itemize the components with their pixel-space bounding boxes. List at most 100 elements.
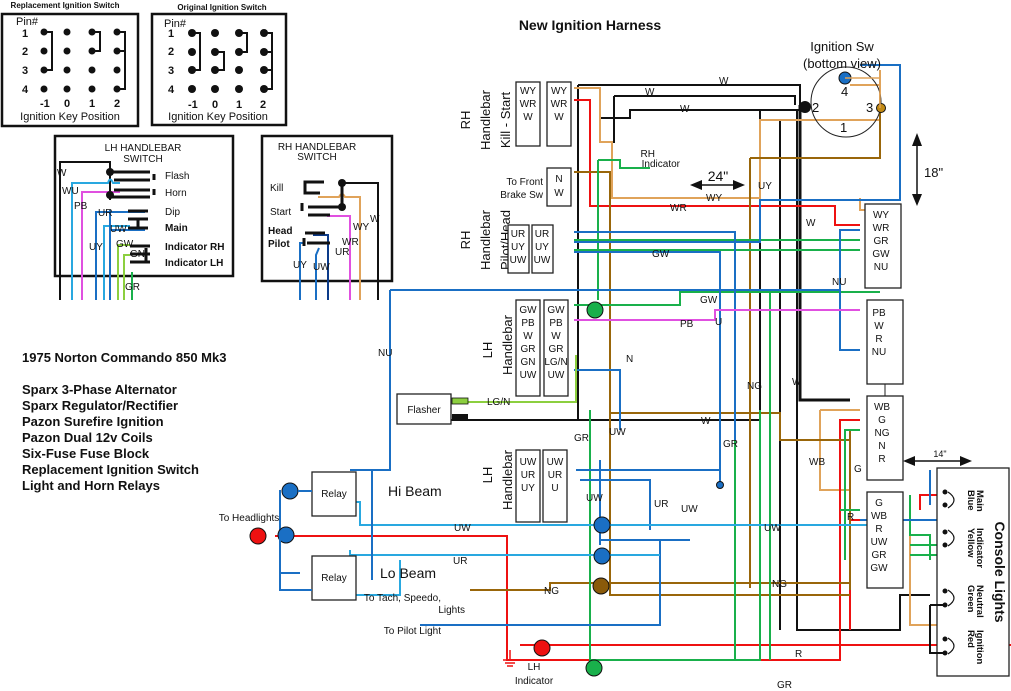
pin-label: R bbox=[875, 524, 882, 535]
spec-item: Light and Horn Relays bbox=[22, 478, 160, 493]
bike-specs: 1975 Norton Commando 850 Mk3 Sparx 3-Pha… bbox=[22, 350, 226, 494]
spec-item: Pazon Dual 12v Coils bbox=[22, 430, 153, 445]
wire-label: UW bbox=[313, 262, 330, 273]
diagram-title: New Ignition Harness bbox=[519, 17, 662, 33]
pin-label: W bbox=[551, 331, 561, 342]
spec-item: Sparx Regulator/Rectifier bbox=[22, 398, 179, 413]
terminal-icon bbox=[249, 527, 267, 545]
specs-title: 1975 Norton Commando 850 Mk3 bbox=[22, 350, 227, 365]
wire-label: UW bbox=[681, 504, 698, 515]
pin-label: GR bbox=[521, 344, 536, 355]
wire-label: NG bbox=[772, 579, 787, 590]
front-brake-label-line2: Brake Sw bbox=[500, 190, 544, 201]
wire-label: G bbox=[854, 464, 862, 475]
switch-function: Pilot bbox=[268, 239, 290, 250]
connector-label: Handlebar bbox=[478, 89, 493, 150]
lh-handlebar-connector-1: LH Handlebar GW PB W GR GN UW GW PB W GR… bbox=[480, 299, 569, 397]
lh-switch-subtitle: SWITCH bbox=[123, 154, 162, 165]
spec-item: Pazon Surefire Ignition bbox=[22, 414, 164, 429]
lamp-color: Yellow bbox=[965, 528, 976, 558]
pin-label: U bbox=[551, 483, 558, 494]
pin-label: W bbox=[523, 112, 533, 123]
to-tach-label-2: Lights bbox=[438, 605, 465, 616]
pin3-terminal bbox=[876, 103, 886, 113]
wire-label: UY bbox=[89, 242, 103, 253]
pin-label: GW bbox=[872, 249, 890, 260]
connector-label: LH bbox=[480, 342, 495, 359]
pin2-terminal bbox=[799, 101, 811, 113]
wire-label: GR bbox=[723, 439, 738, 450]
wire-label: W bbox=[806, 218, 816, 229]
pin-number: 1 bbox=[168, 28, 174, 40]
fuse-connector-c: WB G NG N R bbox=[866, 395, 904, 481]
key-position: 0 bbox=[212, 99, 218, 111]
pin-number: 3 bbox=[22, 65, 28, 77]
pin-label: UW bbox=[520, 457, 537, 468]
wire-label: GR bbox=[574, 433, 589, 444]
connector-label: RH bbox=[458, 111, 473, 130]
wire-label: WR bbox=[342, 237, 359, 248]
replacement-switch-table: Replacement Ignition Switch Pin# 1 2 3 4… bbox=[0, 1, 140, 128]
key-position: 0 bbox=[64, 98, 70, 110]
pin-label: WY bbox=[520, 86, 536, 97]
connector-label: LH bbox=[480, 467, 495, 484]
pin-label: PB bbox=[549, 318, 563, 329]
wire-label: WY bbox=[706, 193, 722, 204]
wire-label: W bbox=[719, 76, 729, 87]
console-lights: Console Lights Main Blue Indicator Yello… bbox=[929, 467, 1010, 677]
wire-label: W bbox=[701, 416, 711, 427]
switch-function: Indicator RH bbox=[165, 242, 224, 253]
pin-label: WR bbox=[873, 223, 890, 234]
pin-label: GN bbox=[521, 357, 536, 368]
wire-label: UW bbox=[454, 523, 471, 534]
dimension-14: 14" bbox=[903, 449, 972, 466]
junction-icon bbox=[716, 481, 724, 489]
wire-label: GR bbox=[777, 680, 792, 691]
rh-indicator-label-2: Indicator bbox=[642, 159, 681, 170]
pin-label: UY bbox=[511, 242, 525, 253]
pin-number: 1 bbox=[840, 120, 847, 135]
switch-function: Indicator LH bbox=[165, 258, 223, 269]
fuse-connector-d: G WB R UW GR GW bbox=[866, 491, 904, 589]
wire-label: UR bbox=[654, 499, 668, 510]
wire-label: WR bbox=[670, 203, 687, 214]
pin-label: W bbox=[554, 188, 564, 199]
pin-label: R bbox=[878, 454, 885, 465]
junction-icon bbox=[593, 547, 611, 565]
pin-label: G bbox=[878, 415, 886, 426]
pin-label: R bbox=[875, 334, 882, 345]
dimension-label: 14" bbox=[933, 449, 946, 459]
pin-label: WY bbox=[551, 86, 567, 97]
pin-label: WR bbox=[551, 99, 568, 110]
lh-indicator-label-2: Indicator bbox=[515, 676, 554, 687]
wire-label: UR bbox=[335, 247, 349, 258]
fuse-connector-a: WY WR GR GW NU bbox=[864, 203, 902, 289]
black-heavy-wire bbox=[798, 105, 850, 402]
wiring-diagram: New Ignition Harness Replacement Ignitio… bbox=[0, 1, 1011, 691]
replacement-switch-title: Replacement Ignition Switch bbox=[11, 1, 120, 10]
pin-label: UW bbox=[534, 255, 551, 266]
spec-item: Six-Fuse Fuse Block bbox=[22, 446, 150, 461]
axis-label: Ignition Key Position bbox=[168, 111, 268, 123]
pin-label: UR bbox=[548, 470, 562, 481]
connector-label: Handlebar bbox=[478, 209, 493, 270]
front-brake-connector: To Front Brake Sw N W bbox=[500, 167, 572, 207]
wire-label: GW bbox=[652, 249, 670, 260]
hi-beam-label: Hi Beam bbox=[388, 483, 442, 499]
switch-function: Kill bbox=[270, 183, 283, 194]
switch-function: Start bbox=[270, 207, 291, 218]
pin-label: UW bbox=[520, 370, 537, 381]
junction-icon bbox=[593, 516, 611, 534]
hi-beam-relay: Relay Hi Beam bbox=[311, 471, 442, 517]
wire-label: UW bbox=[110, 224, 127, 235]
pin-number: 4 bbox=[841, 84, 848, 99]
pin-label: GR bbox=[874, 236, 889, 247]
wire-label: WY bbox=[353, 222, 369, 233]
relay-label: Relay bbox=[321, 489, 347, 500]
wire-label: PB bbox=[74, 201, 88, 212]
wire-label: U bbox=[715, 317, 722, 328]
connector-label: Kill - Start bbox=[498, 91, 513, 148]
wire-label: PB bbox=[680, 319, 694, 330]
pin-label: WB bbox=[874, 402, 890, 413]
wire-label: WB bbox=[809, 457, 825, 468]
